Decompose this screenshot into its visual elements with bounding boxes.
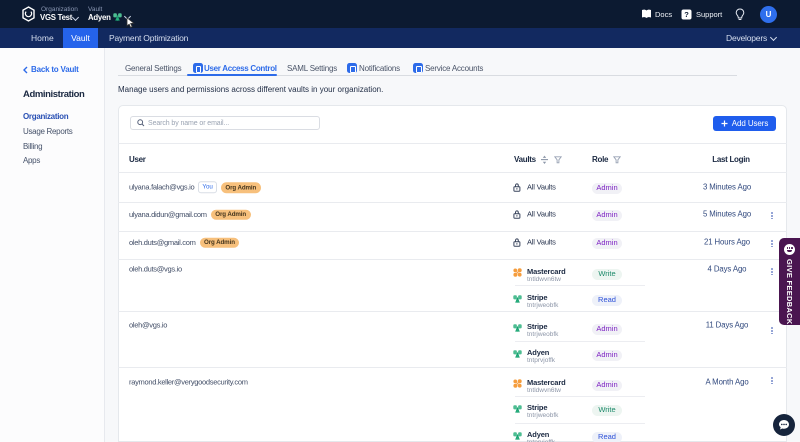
svg-text:?: ?: [684, 10, 689, 19]
